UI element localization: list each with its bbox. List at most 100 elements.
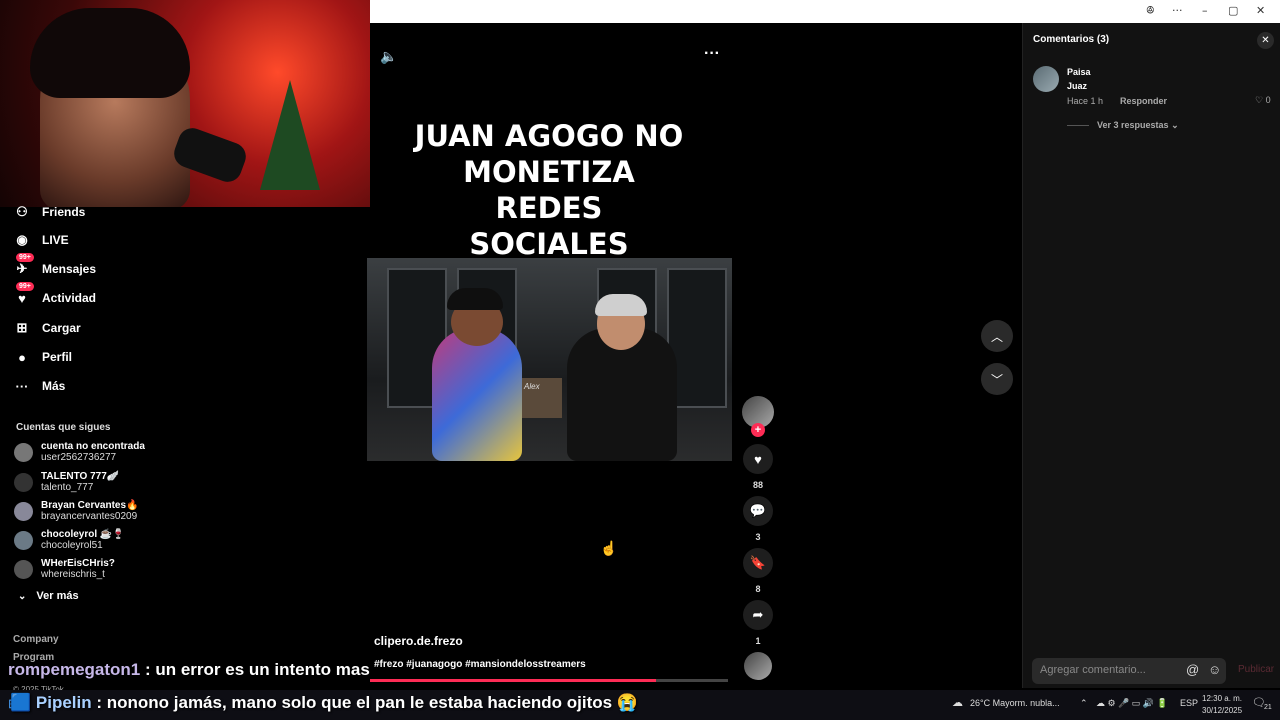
notification-count: 21 (1264, 704, 1272, 711)
comment-like-button[interactable]: ♡ 0 (1255, 95, 1271, 106)
tray-chevron-icon[interactable]: ⌃ (1080, 698, 1088, 709)
footer-company-link[interactable]: Company (13, 634, 59, 645)
sidebar-item-label: Actividad (42, 291, 97, 305)
video-title-line: JUAN AGOGO NO (414, 119, 684, 153)
account-name: TALENTO 777🪽 (41, 471, 120, 482)
account-handle: brayancervantes0209 (41, 511, 138, 522)
hand-cursor-icon: ☝ (600, 540, 618, 556)
like-action[interactable]: ♥ 88 (742, 444, 774, 490)
following-account[interactable]: TALENTO 777🪽 talento_777 (14, 471, 119, 493)
clock-time[interactable]: 12:30 a. m. (1202, 694, 1242, 703)
sidebar-item-label: Más (42, 379, 66, 393)
browser-top-bar: ꔮ ··· – ▢ ✕ (370, 0, 1280, 23)
close-window-button[interactable]: ✕ (1256, 4, 1265, 17)
view-replies-label: Ver 3 respuestas (1097, 120, 1169, 130)
maximize-button[interactable]: ▢ (1228, 4, 1238, 17)
minimize-button[interactable]: – (1202, 4, 1208, 17)
comment-username[interactable]: Paisa (1067, 67, 1091, 77)
streamer-webcam-overlay (0, 0, 370, 207)
chevron-down-icon: ﹀ (990, 372, 1003, 387)
live-icon: ◉ (16, 232, 28, 247)
video-player[interactable]: 🔈 ··· JUAN AGOGO NO MONETIZA REDES SOCIA… (367, 23, 1022, 720)
person-left (432, 328, 522, 461)
language-indicator[interactable]: ESP (1180, 698, 1198, 708)
sidebar-nav: ⚇ Friends ◉ LIVE ✈ 99+ Mensajes ♥ 99+ Acti… (0, 204, 370, 720)
sidebar-item-friends[interactable]: ⚇ Friends (12, 202, 85, 222)
sidebar-item-activity[interactable]: ♥ 99+ Actividad (12, 282, 97, 308)
chevron-down-icon: ⌄ (1171, 120, 1179, 130)
music-disc-avatar[interactable] (744, 652, 772, 680)
avatar (14, 501, 33, 521)
save-action[interactable]: 🔖 8 (742, 548, 774, 594)
comment-text: Juaz (1067, 81, 1088, 91)
video-author-username[interactable]: clipero.de.frezo (374, 634, 463, 648)
heart-icon[interactable]: ♥ (743, 444, 773, 474)
tray-icons[interactable]: ☁ ⚙ 🎤 ▭ 🔊 🔋 (1096, 698, 1168, 709)
sidebar-item-messages[interactable]: ✈ 99+ Mensajes (12, 253, 96, 279)
avatar (14, 442, 33, 462)
extension-icon[interactable]: ꔮ (1146, 4, 1155, 18)
comment-time: Hace 1 h (1067, 96, 1104, 106)
comment-icon[interactable]: 💬 (743, 496, 773, 526)
previous-video-button[interactable]: ︿ (981, 320, 1013, 352)
chevron-down-icon: ⌄ (18, 590, 27, 602)
close-icon[interactable]: ✕ (1257, 32, 1274, 49)
mention-icon[interactable]: @ (1186, 662, 1199, 677)
save-count: 8 (755, 584, 761, 594)
comments-panel: Comentarios (3) ✕ Paisa Juaz Hace 1 h Re… (1022, 23, 1280, 688)
divider (1067, 125, 1089, 127)
person-left-cap (447, 288, 503, 310)
weather-icon: ☁ (952, 697, 963, 709)
following-account[interactable]: WHerEisCHris? whereischris_t (14, 558, 115, 580)
comment-input[interactable]: Agregar comentario... @ ☺ (1032, 658, 1226, 684)
account-name: cuenta no encontrada (41, 441, 145, 452)
sidebar-item-profile[interactable]: ● Perfil (12, 347, 72, 367)
follow-plus-icon[interactable]: + (751, 423, 765, 437)
sidebar-item-label: LIVE (42, 233, 69, 247)
share-icon[interactable]: ➦ (743, 600, 773, 630)
video-progress-fill (370, 679, 657, 682)
see-more-label: Ver más (36, 590, 79, 602)
next-video-button[interactable]: ﹀ (981, 363, 1013, 395)
messages-glyph: ✈ (16, 261, 28, 276)
account-name: chocoleyrol ☕🍷 (41, 529, 125, 540)
publish-button[interactable]: Publicar (1238, 664, 1274, 675)
volume-icon[interactable]: 🔈 (380, 48, 397, 65)
activity-icon: ♥ 99+ (12, 282, 34, 308)
clock-date[interactable]: 30/12/2025 (1202, 706, 1242, 715)
following-account[interactable]: chocoleyrol ☕🍷 chocoleyrol51 (14, 529, 125, 551)
following-account[interactable]: Brayan Cervantes🔥 brayancervantes0209 (14, 500, 139, 522)
account-handle: chocoleyrol51 (41, 540, 103, 551)
more-options-icon[interactable]: ··· (1172, 4, 1183, 17)
sidebar-item-label: Friends (42, 205, 86, 219)
following-account[interactable]: cuenta no encontrada user2562736277 (14, 441, 145, 463)
like-count: 88 (752, 480, 763, 490)
sidebar-item-more[interactable]: ··· Más (12, 376, 66, 396)
video-progress-bar[interactable] (370, 679, 728, 682)
video-actions: + ♥ 88 💬 3 🔖 8 ➦ 1 (742, 396, 774, 696)
video-more-options-icon[interactable]: ··· (704, 45, 720, 63)
avatar[interactable] (1033, 66, 1059, 92)
emoji-icon[interactable]: ☺ (1208, 662, 1221, 677)
comment-input-placeholder: Agregar comentario... (1040, 664, 1146, 676)
weather-text[interactable]: 26°C Mayorm. nubla... (970, 698, 1060, 708)
sidebar-item-live[interactable]: ◉ LIVE (12, 230, 69, 250)
author-avatar[interactable]: + (742, 396, 774, 437)
video-hashtags[interactable]: #frezo #juanagogo #mansiondelosstreamers (374, 659, 586, 670)
chevron-up-icon: ︿ (990, 329, 1003, 344)
stream-chat-message: 🟦 Pipelin : nonono jamás, mano solo que … (10, 693, 638, 713)
sidebar-item-upload[interactable]: ⊞ Cargar (12, 318, 81, 338)
share-action[interactable]: ➦ 1 (742, 600, 774, 646)
share-count: 1 (755, 636, 761, 646)
chat-username: Pipelin (35, 693, 92, 712)
account-handle: user2562736277 (41, 452, 117, 463)
sidebar-item-label: Perfil (42, 350, 73, 364)
view-replies-button[interactable]: Ver 3 respuestas ⌄ (1067, 120, 1179, 131)
friends-icon: ⚇ (16, 204, 28, 219)
bookmark-icon[interactable]: 🔖 (743, 548, 773, 578)
reply-button[interactable]: Responder (1120, 96, 1167, 106)
avatar (14, 472, 33, 492)
comment-action[interactable]: 💬 3 (742, 496, 774, 542)
account-name: WHerEisCHris? (41, 558, 115, 569)
see-more-button[interactable]: ⌄ Ver más (18, 590, 79, 602)
